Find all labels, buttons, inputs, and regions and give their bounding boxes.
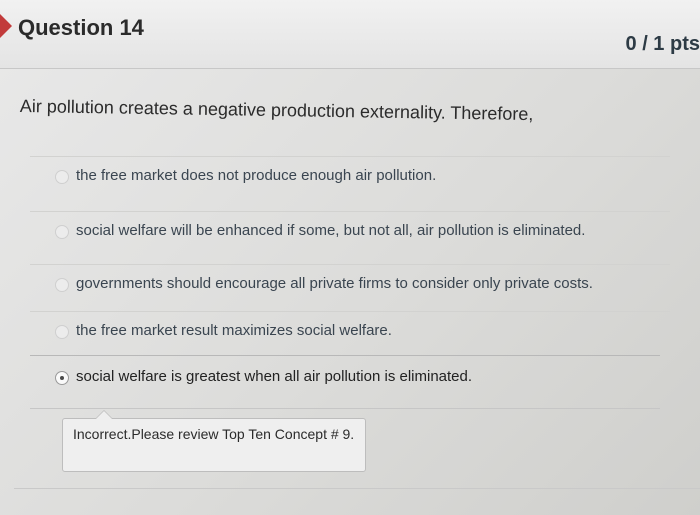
answer-option-5[interactable]: social welfare is greatest when all air … bbox=[30, 358, 670, 410]
answer-label: social welfare is greatest when all air … bbox=[76, 368, 473, 385]
radio-button[interactable] bbox=[55, 225, 69, 239]
radio-button[interactable] bbox=[55, 278, 69, 292]
question-header: Question 14 0 / 1 pts bbox=[0, 0, 700, 69]
answer-label: the free market result maximizes social … bbox=[76, 322, 392, 339]
answer-label: the free market does not produce enough … bbox=[76, 167, 437, 184]
answer-label: social welfare will be enhanced if some,… bbox=[76, 222, 586, 239]
incorrect-marker-icon bbox=[0, 14, 12, 38]
divider bbox=[14, 488, 700, 489]
answer-option-3[interactable]: governments should encourage all private… bbox=[30, 264, 670, 317]
radio-button-selected[interactable] bbox=[55, 371, 69, 385]
question-title: Question 14 bbox=[18, 15, 144, 40]
question-points: 0 / 1 pts bbox=[625, 33, 700, 55]
answer-label: governments should encourage all private… bbox=[76, 275, 593, 292]
answer-option-1[interactable]: the free market does not produce enough … bbox=[30, 156, 670, 209]
feedback-box: Incorrect.Please review Top Ten Concept … bbox=[62, 410, 366, 472]
answer-option-2[interactable]: social welfare will be enhanced if some,… bbox=[30, 211, 670, 264]
radio-button[interactable] bbox=[55, 170, 69, 184]
feedback-text: Incorrect.Please review Top Ten Concept … bbox=[73, 426, 355, 442]
question-prompt: Air pollution creates a negative product… bbox=[19, 96, 534, 125]
radio-button[interactable] bbox=[55, 325, 69, 339]
